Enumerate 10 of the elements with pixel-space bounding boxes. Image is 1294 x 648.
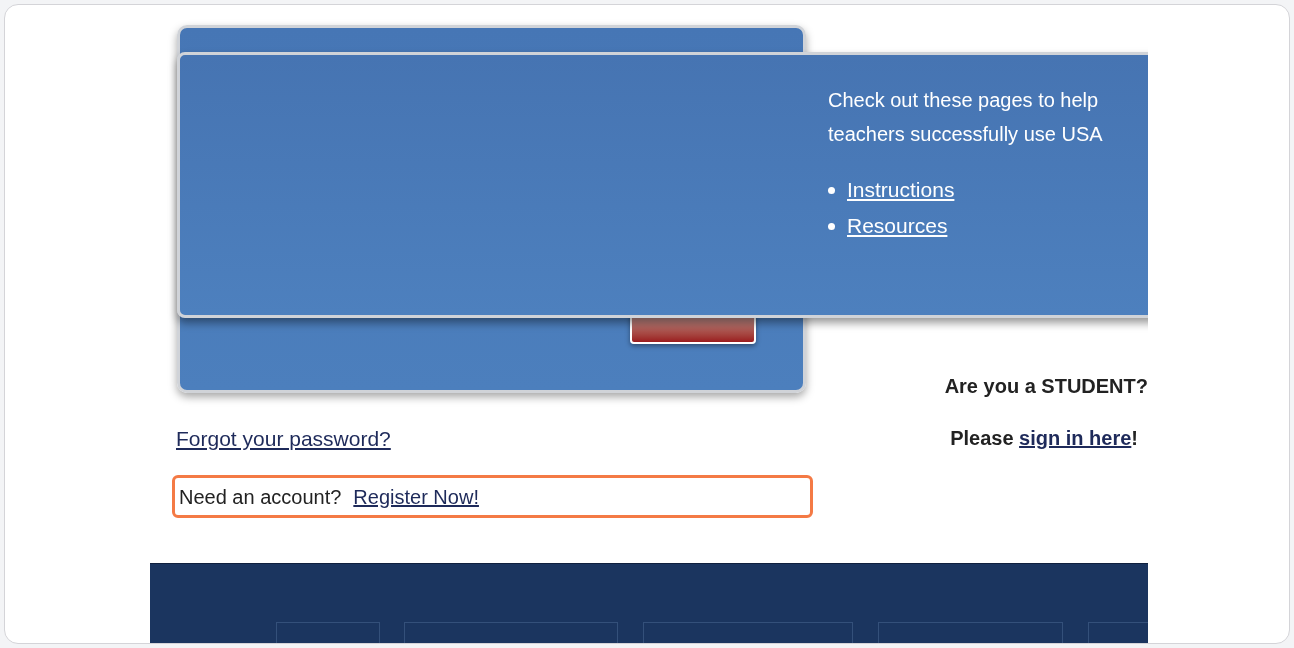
register-prompt: Need an account? bbox=[179, 484, 342, 510]
register-link[interactable]: Register Now! bbox=[353, 481, 479, 512]
forgot-password-link[interactable]: Forgot your password? bbox=[176, 427, 391, 450]
info-link[interactable]: Resources bbox=[847, 209, 948, 243]
info-text: Check out these pages to help bbox=[828, 88, 1100, 113]
student-question: Are you a STUDENT? bbox=[944, 374, 1148, 399]
student-signin-link[interactable]: sign in here bbox=[1019, 427, 1132, 449]
info-text: teachers successfully use USA bbox=[828, 122, 1103, 147]
student-signin-text: Please sign in here! bbox=[950, 426, 1138, 451]
info-link[interactable]: Instructions bbox=[847, 173, 955, 207]
